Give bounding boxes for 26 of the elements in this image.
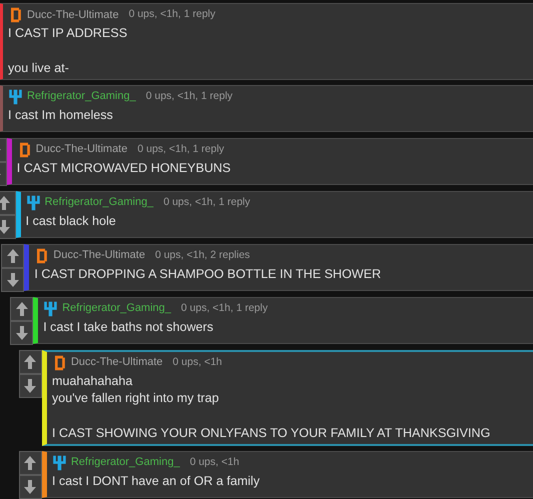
username-link[interactable]: Refrigerator_Gaming_ — [62, 300, 172, 317]
comment-meta: 0 ups, <1h, 1 reply — [128, 7, 216, 22]
username-link[interactable]: Ducc-The-Ultimate — [36, 141, 128, 158]
comment-meta: 0 ups, <1h, 1 reply — [181, 300, 268, 316]
comment-text: I cast black hole — [26, 212, 117, 230]
comment-text: muahahahaha you've fallen right into my trap — [52, 372, 220, 407]
comment-text: you live at- — [8, 60, 70, 77]
comment-text: I cast I take baths not showers — [43, 318, 214, 336]
username-link[interactable]: Refrigerator_Gaming_ — [27, 88, 136, 105]
username-link[interactable]: Refrigerator_Gaming_ — [70, 454, 180, 471]
username-link[interactable]: Refrigerator_Gaming_ — [44, 194, 154, 211]
comment-text: I CAST MICROWAVED HONEYBUNS — [16, 160, 232, 176]
comment-meta: 0 ups, <1h — [172, 354, 222, 370]
comment-text: I CAST SHOWING YOUR ONLYFANS TO YOUR FAMILY AT THANKSGIVING — [52, 425, 492, 442]
username-link[interactable]: Ducc-The-Ultimate — [27, 6, 119, 24]
comment-text: I cast Im homeless — [8, 106, 114, 124]
comment-meta: 0 ups, <1h, 1 reply — [137, 142, 224, 157]
username-link[interactable]: Ducc-The-Ultimate — [53, 247, 146, 264]
comment-text: I CAST DROPPING A SHAMPOO BOTTLE IN THE SHOWER — [34, 266, 382, 282]
comment-meta: 0 ups, <1h, 1 reply — [163, 194, 250, 210]
comment-meta: 0 ups, <1h, 1 reply — [146, 88, 233, 104]
comment-meta: 0 ups, <1h — [190, 454, 240, 470]
username-link[interactable]: Ducc-The-Ultimate — [70, 354, 163, 371]
comment-text: I cast I DONT have an of OR a family — [52, 472, 261, 490]
comment-meta: 0 ups, <1h, 2 replies — [155, 248, 250, 263]
comment-text: I CAST IP ADDRESS — [8, 25, 128, 42]
